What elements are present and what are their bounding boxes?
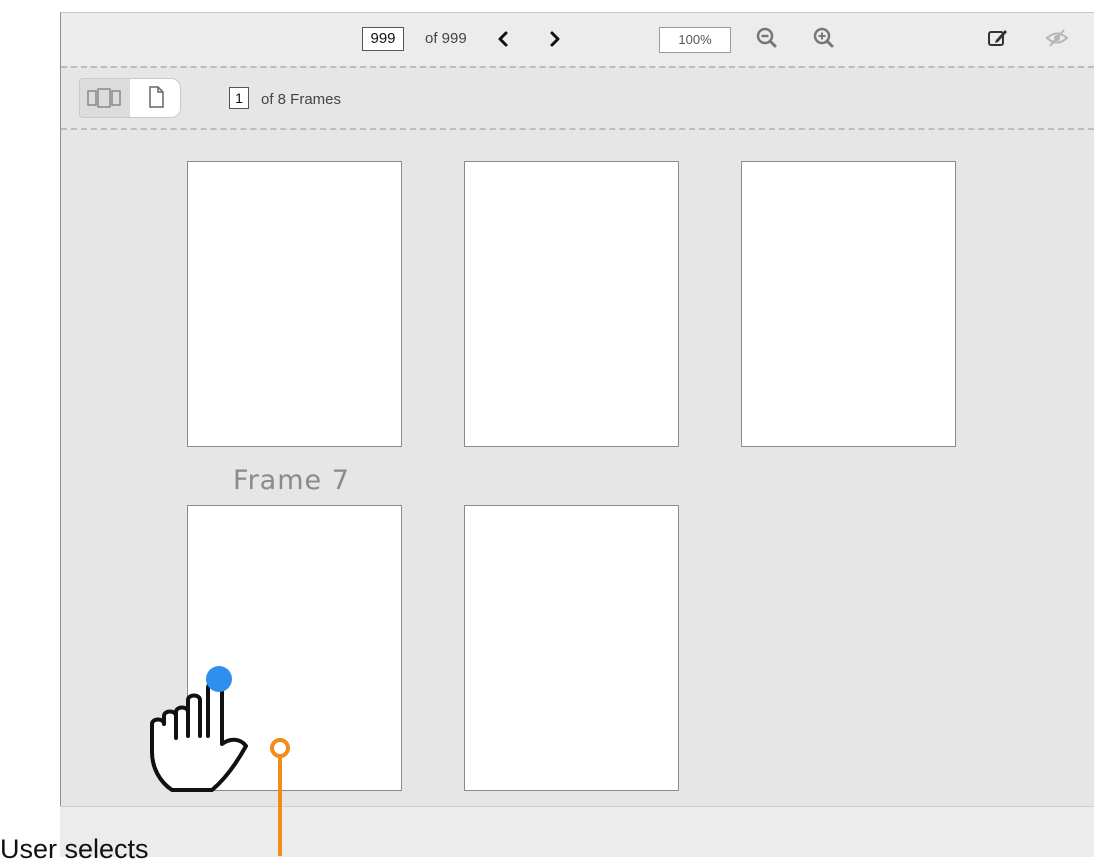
frame-thumbnail[interactable] xyxy=(741,161,956,447)
view-mode-toggle xyxy=(79,78,181,118)
frame-thumbnail[interactable] xyxy=(464,161,679,447)
next-page-button[interactable] xyxy=(544,26,566,52)
page-count-label: of 999 xyxy=(425,30,467,47)
zoom-level-input[interactable]: 100% xyxy=(659,27,731,53)
touch-hand-icon xyxy=(150,666,248,792)
zoom-out-icon xyxy=(756,27,777,48)
chevron-right-icon xyxy=(550,31,560,47)
frame-number-input[interactable]: 1 xyxy=(229,87,249,109)
filmstrip-view-icon xyxy=(87,88,121,108)
page-number-input[interactable]: 999 xyxy=(362,27,404,51)
subtoolbar-divider xyxy=(61,128,1094,130)
hide-annotations-button[interactable] xyxy=(1044,25,1070,51)
frame-hover-label: Frame 7 xyxy=(233,465,350,496)
toolbar-divider xyxy=(61,66,1094,68)
zoom-in-button[interactable] xyxy=(811,25,837,51)
annotation-caption: User selects xyxy=(0,834,149,864)
single-page-view-button[interactable] xyxy=(130,79,180,117)
zoom-in-icon xyxy=(813,27,834,48)
edit-icon xyxy=(988,30,1007,46)
edit-button[interactable] xyxy=(985,25,1011,51)
single-page-view-icon xyxy=(149,86,164,108)
zoom-out-button[interactable] xyxy=(754,25,780,51)
hide-icon xyxy=(1045,29,1069,47)
annotation-leader-line xyxy=(270,738,290,856)
filmstrip-view-button[interactable] xyxy=(80,79,130,117)
frame-thumbnail[interactable] xyxy=(464,505,679,791)
frame-count-label: of 8 Frames xyxy=(261,91,342,108)
top-toolbar: 999 of 999 100% xyxy=(61,13,1094,66)
chevron-left-icon xyxy=(498,31,508,47)
frame-thumbnail[interactable] xyxy=(187,161,402,447)
previous-page-button[interactable] xyxy=(492,26,514,52)
bottom-status-bar xyxy=(60,806,1094,857)
